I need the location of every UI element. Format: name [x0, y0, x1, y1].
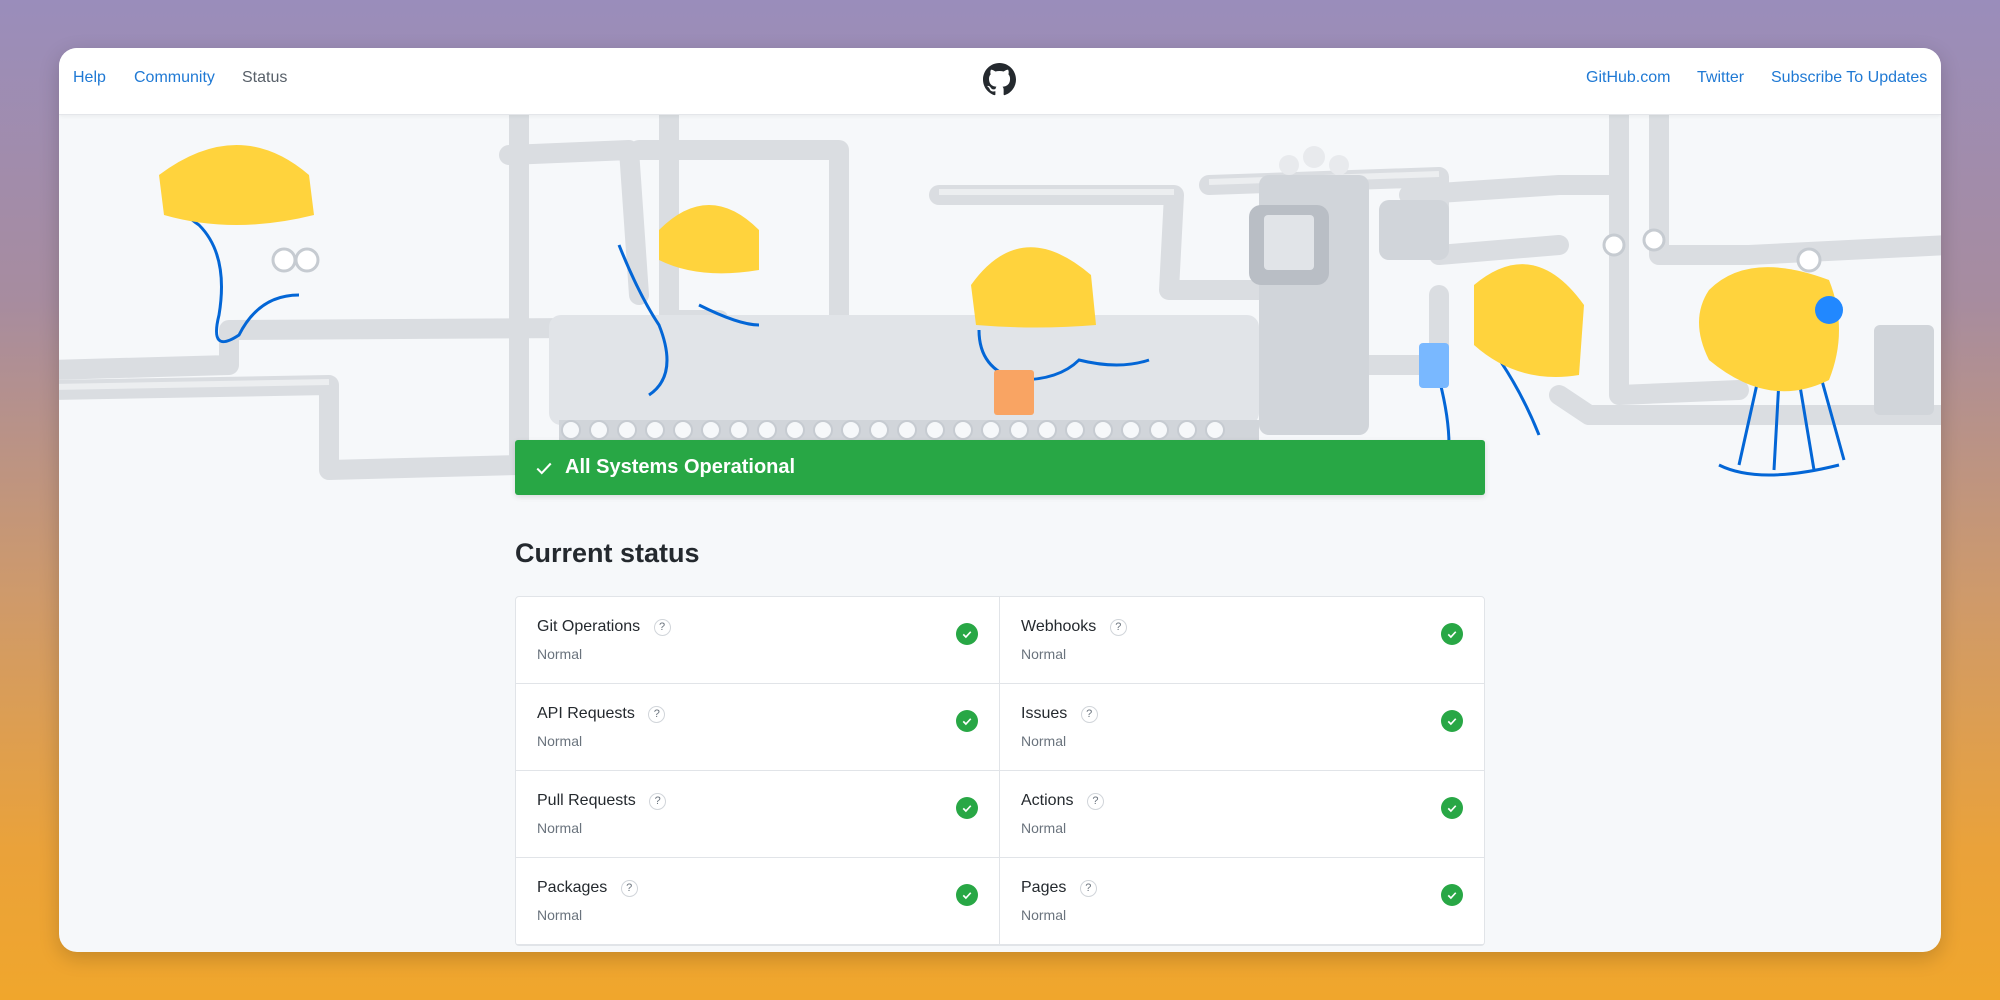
conveyor-roller — [617, 420, 637, 440]
help-tooltip-icon[interactable]: ? — [648, 705, 666, 723]
component-state: Normal — [537, 733, 583, 750]
conveyor-belt — [549, 315, 1259, 440]
conveyor-roller — [953, 420, 973, 440]
browser-window: Help Community Status GitHub.com Twitter… — [59, 48, 1941, 952]
nav-githubcom-link[interactable]: GitHub.com — [1586, 69, 1670, 87]
conveyor-roller — [673, 420, 693, 440]
component-name: Webhooks — [1021, 618, 1097, 635]
component-state: Normal — [1021, 820, 1067, 837]
help-tooltip-icon[interactable]: ? — [620, 879, 638, 897]
conveyor-roller — [785, 420, 805, 440]
conveyor-roller — [1037, 420, 1057, 440]
operational-check-icon — [956, 623, 978, 645]
component-status-grid: Git Operations ? Normal Webhooks ? Norma… — [515, 596, 1485, 946]
operational-check-icon — [956, 884, 978, 906]
component-status-item: Packages ? Normal — [516, 858, 1000, 945]
component-status-item: Actions ? Normal — [1000, 771, 1484, 858]
top-navigation: Help Community Status GitHub.com Twitter… — [59, 48, 1941, 115]
nav-twitter-link[interactable]: Twitter — [1697, 69, 1744, 87]
component-status-item: Webhooks ? Normal — [1000, 597, 1484, 684]
nav-status-link[interactable]: Status — [242, 69, 287, 87]
conveyor-roller — [841, 420, 861, 440]
conveyor-roller — [561, 420, 581, 440]
component-state: Normal — [1021, 907, 1067, 924]
component-status-item: Pages ? Normal — [1000, 858, 1484, 945]
conveyor-roller — [1205, 420, 1225, 440]
operational-check-icon — [1441, 797, 1463, 819]
component-state: Normal — [537, 820, 583, 837]
octocat-left — [159, 145, 314, 344]
component-name: API Requests — [537, 705, 635, 722]
component-state: Normal — [1021, 733, 1067, 750]
nav-help-link[interactable]: Help — [73, 69, 106, 87]
operational-check-icon — [956, 797, 978, 819]
component-name: Git Operations — [537, 618, 641, 635]
component-status-item: API Requests ? Normal — [516, 684, 1000, 771]
component-state: Normal — [537, 646, 583, 663]
component-status-item: Git Operations ? Normal — [516, 597, 1000, 684]
help-tooltip-icon[interactable]: ? — [653, 618, 671, 636]
conveyor-roller — [645, 420, 665, 440]
component-name: Pages — [1021, 879, 1067, 896]
conveyor-roller — [1065, 420, 1085, 440]
check-icon — [536, 462, 552, 475]
current-status-heading: Current status — [515, 538, 700, 568]
component-name: Pull Requests — [537, 792, 636, 809]
help-tooltip-icon[interactable]: ? — [1080, 705, 1098, 723]
conveyor-roller — [1121, 420, 1141, 440]
conveyor-roller — [981, 420, 1001, 440]
component-state: Normal — [1021, 646, 1067, 663]
operational-check-icon — [956, 710, 978, 732]
help-tooltip-icon[interactable]: ? — [1079, 879, 1097, 897]
help-tooltip-icon[interactable]: ? — [1086, 792, 1104, 810]
github-octocat-icon[interactable] — [983, 63, 1016, 96]
conveyor-roller — [925, 420, 945, 440]
conveyor-roller — [1009, 420, 1029, 440]
conveyor-roller — [757, 420, 777, 440]
component-state: Normal — [537, 907, 583, 924]
conveyor-roller — [1149, 420, 1169, 440]
conveyor-roller — [869, 420, 889, 440]
conveyor-roller — [1177, 420, 1197, 440]
conveyor-roller — [701, 420, 721, 440]
operational-check-icon — [1441, 623, 1463, 645]
operational-check-icon — [1441, 710, 1463, 732]
component-name: Packages — [537, 879, 608, 896]
conveyor-roller — [1093, 420, 1113, 440]
component-status-item: Issues ? Normal — [1000, 684, 1484, 771]
component-status-item: Pull Requests ? Normal — [516, 771, 1000, 858]
help-tooltip-icon[interactable]: ? — [1109, 618, 1127, 636]
nav-community-link[interactable]: Community — [134, 69, 215, 87]
system-status-banner: All Systems Operational — [515, 440, 1485, 495]
conveyor-roller — [729, 420, 749, 440]
system-status-text: All Systems Operational — [565, 456, 796, 478]
conveyor-roller — [897, 420, 917, 440]
octocat-right — [1699, 267, 1846, 477]
component-name: Actions — [1021, 792, 1074, 809]
nav-subscribe-link[interactable]: Subscribe To Updates — [1771, 69, 1927, 87]
help-tooltip-icon[interactable]: ? — [649, 792, 667, 810]
component-name: Issues — [1021, 705, 1068, 722]
operational-check-icon — [1441, 884, 1463, 906]
conveyor-roller — [589, 420, 609, 440]
conveyor-roller — [813, 420, 833, 440]
